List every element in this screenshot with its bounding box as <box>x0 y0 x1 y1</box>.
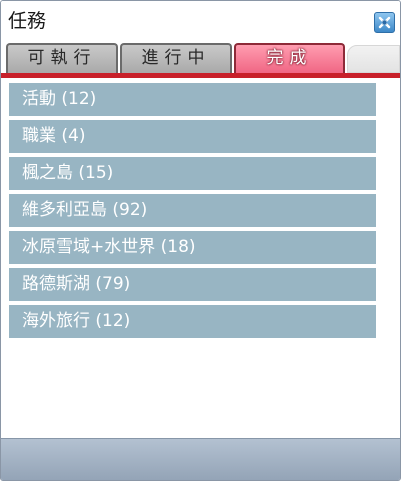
quest-window: 任務 可執行 進行中 完成 活動 (12) 職業 (4) 楓之島 (15) 維多… <box>0 0 401 481</box>
title-bar[interactable]: 任務 <box>1 1 400 41</box>
category-item-event[interactable]: 活動 (12) <box>9 83 376 116</box>
quest-category-list: 活動 (12) 職業 (4) 楓之島 (15) 維多利亞島 (92) 冰原雪域+… <box>9 83 376 342</box>
tab-bar-filler <box>347 45 400 73</box>
category-item-ludus-lake[interactable]: 路德斯湖 (79) <box>9 268 376 301</box>
category-item-elnath-aquarium[interactable]: 冰原雪域+水世界 (18) <box>9 231 376 264</box>
window-footer <box>1 438 400 480</box>
tab-completed[interactable]: 完成 <box>234 43 345 73</box>
close-icon <box>378 16 391 29</box>
tab-bar: 可執行 進行中 完成 <box>1 41 400 73</box>
category-item-victoria-island[interactable]: 維多利亞島 (92) <box>9 194 376 227</box>
category-item-maple-island[interactable]: 楓之島 (15) <box>9 157 376 190</box>
close-button[interactable] <box>374 12 395 33</box>
tab-available[interactable]: 可執行 <box>6 43 118 73</box>
category-item-job[interactable]: 職業 (4) <box>9 120 376 153</box>
window-title: 任務 <box>8 10 47 32</box>
tab-in-progress[interactable]: 進行中 <box>120 43 232 73</box>
category-item-overseas-travel[interactable]: 海外旅行 (12) <box>9 305 376 338</box>
quest-list-panel: 活動 (12) 職業 (4) 楓之島 (15) 維多利亞島 (92) 冰原雪域+… <box>1 78 400 438</box>
